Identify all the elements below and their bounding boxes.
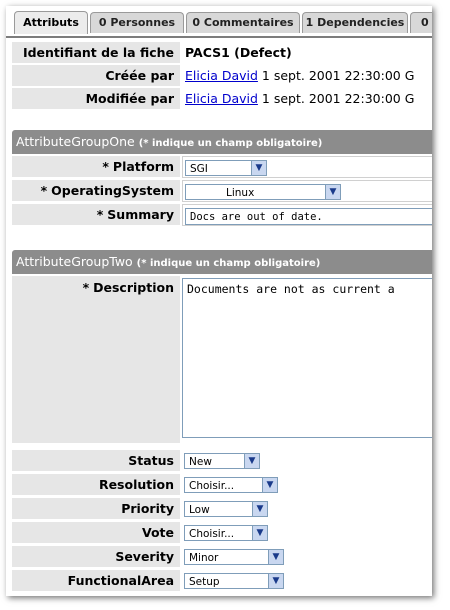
tab-more[interactable]: 0 A xyxy=(410,12,432,33)
os-cell: Linux ▼ xyxy=(182,180,432,202)
chevron-down-icon: ▼ xyxy=(262,478,277,492)
group-two-header: AttributeGroupTwo (* indique un champ ob… xyxy=(12,250,432,274)
status-value: New xyxy=(189,456,212,468)
platform-cell: SGI ▼ xyxy=(182,156,432,178)
chevron-down-icon: ▼ xyxy=(252,502,267,516)
chevron-down-icon: ▼ xyxy=(244,454,259,468)
modified-row: Modifiée par Elicia David 1 sept. 2001 2… xyxy=(12,88,432,110)
description-textarea[interactable]: Documents are not as current a xyxy=(182,278,432,438)
platform-label: * Platform xyxy=(12,156,180,178)
modified-date: 1 sept. 2001 22:30:00 G xyxy=(261,91,415,106)
priority-row: Priority Low ▼ xyxy=(12,498,432,520)
group-one-title: AttributeGroupOne xyxy=(16,134,135,149)
priority-label: Priority xyxy=(12,498,180,520)
summary-cell: Docs are out of date. xyxy=(182,204,432,226)
chevron-down-icon: ▼ xyxy=(268,550,283,564)
chevron-down-icon: ▼ xyxy=(268,574,283,588)
resolution-row: Resolution Choisir... ▼ xyxy=(12,474,432,496)
resolution-select[interactable]: Choisir... ▼ xyxy=(184,477,278,493)
os-label-text: OperatingSystem xyxy=(51,183,174,198)
group-two-title: AttributeGroupTwo xyxy=(16,254,133,269)
functional-area-value: Setup xyxy=(189,576,220,588)
status-cell: New ▼ xyxy=(182,450,432,472)
functional-area-cell: Setup ▼ xyxy=(182,570,432,592)
required-star: * xyxy=(96,207,104,222)
functional-area-label: FunctionalArea xyxy=(12,570,180,592)
page-content: Attributs 0 Personnes 0 Commentaires 1 D… xyxy=(6,6,432,596)
description-label-text: Description xyxy=(93,280,174,295)
created-value: Elicia David 1 sept. 2001 22:30:00 G xyxy=(182,65,432,87)
os-row: * OperatingSystem Linux ▼ xyxy=(12,180,432,202)
vote-cell: Choisir... ▼ xyxy=(182,522,432,544)
severity-cell: Minor ▼ xyxy=(182,546,432,568)
severity-label: Severity xyxy=(12,546,180,568)
tab-underline xyxy=(6,36,432,38)
status-label: Status xyxy=(12,450,180,472)
required-star: * xyxy=(102,159,109,174)
window-frame: Attributs 0 Personnes 0 Commentaires 1 D… xyxy=(0,0,450,610)
vote-select[interactable]: Choisir... ▼ xyxy=(184,525,268,541)
created-user-link[interactable]: Elicia David xyxy=(185,68,258,83)
created-date: 1 sept. 2001 22:30:00 G xyxy=(261,68,415,83)
group-one-header: AttributeGroupOne (* indique un champ ob… xyxy=(12,130,432,154)
vote-label: Vote xyxy=(12,522,180,544)
created-row: Créée par Elicia David 1 sept. 2001 22:3… xyxy=(12,65,432,87)
os-value: Linux xyxy=(226,187,255,199)
severity-select[interactable]: Minor ▼ xyxy=(184,549,284,565)
resolution-label: Resolution xyxy=(12,474,180,496)
summary-input[interactable]: Docs are out of date. xyxy=(185,208,432,225)
priority-cell: Low ▼ xyxy=(182,498,432,520)
severity-value: Minor xyxy=(189,552,219,564)
id-row: Identifiant de la fiche PACS1 (Defect) xyxy=(12,42,432,64)
status-row: Status New ▼ xyxy=(12,450,432,472)
modified-user-link[interactable]: Elicia David xyxy=(185,91,258,106)
severity-row: Severity Minor ▼ xyxy=(12,546,432,568)
summary-label: * Summary xyxy=(12,204,180,226)
required-star: * xyxy=(82,280,90,295)
id-value: PACS1 (Defect) xyxy=(182,42,432,64)
description-row: * Description Documents are not as curren… xyxy=(12,276,432,444)
group-two-note: (* indique un champ obligatoire) xyxy=(136,258,321,269)
group-one-note: (* indique un champ obligatoire) xyxy=(138,138,323,149)
description-label: * Description xyxy=(12,276,180,444)
resolution-cell: Choisir... ▼ xyxy=(182,474,432,496)
chevron-down-icon: ▼ xyxy=(325,185,340,199)
platform-select[interactable]: SGI ▼ xyxy=(185,160,267,176)
os-label: * OperatingSystem xyxy=(12,180,180,202)
created-label: Créée par xyxy=(12,65,180,87)
modified-label: Modifiée par xyxy=(12,88,180,110)
chevron-down-icon: ▼ xyxy=(252,526,267,540)
functional-area-select[interactable]: Setup ▼ xyxy=(184,573,284,589)
vote-value: Choisir... xyxy=(189,528,235,540)
status-select[interactable]: New ▼ xyxy=(184,453,260,469)
platform-label-text: Platform xyxy=(112,159,174,174)
functional-area-row: FunctionalArea Setup ▼ xyxy=(12,570,432,592)
tab-commentaires[interactable]: 0 Commentaires xyxy=(186,12,300,33)
os-select[interactable]: Linux ▼ xyxy=(185,184,341,200)
chevron-down-icon: ▼ xyxy=(251,161,266,175)
vote-row: Vote Choisir... ▼ xyxy=(12,522,432,544)
summary-row: * Summary Docs are out of date. xyxy=(12,204,432,226)
priority-value: Low xyxy=(189,504,210,516)
tab-bar: Attributs 0 Personnes 0 Commentaires 1 D… xyxy=(6,11,432,36)
priority-select[interactable]: Low ▼ xyxy=(184,501,268,517)
tab-personnes[interactable]: 0 Personnes xyxy=(90,12,184,33)
platform-row: * Platform SGI ▼ xyxy=(12,156,432,178)
id-label: Identifiant de la fiche xyxy=(12,42,180,64)
tab-attributs[interactable]: Attributs xyxy=(14,11,88,34)
tab-dependencies[interactable]: 1 Dependencies xyxy=(302,12,408,33)
required-star: * xyxy=(40,183,48,198)
modified-value: Elicia David 1 sept. 2001 22:30:00 G xyxy=(182,88,432,110)
platform-value: SGI xyxy=(190,163,208,175)
summary-label-text: Summary xyxy=(107,207,174,222)
resolution-value: Choisir... xyxy=(189,480,235,492)
